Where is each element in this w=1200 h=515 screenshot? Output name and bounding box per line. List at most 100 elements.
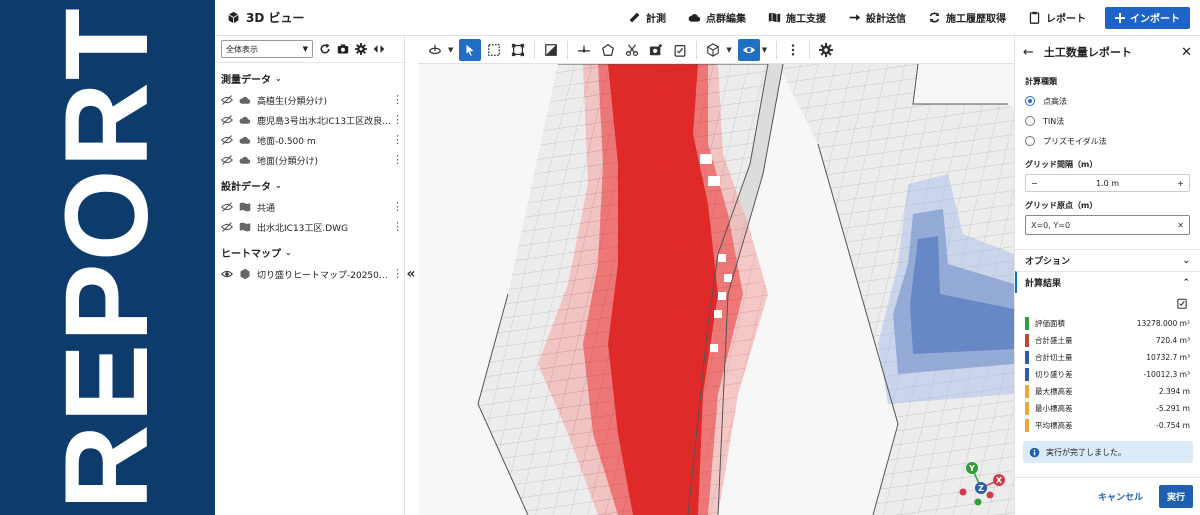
contrast-button[interactable] [540, 39, 562, 61]
view-select[interactable]: 全体表示 ▼ [221, 40, 313, 58]
result-value: -0.754 m [1156, 421, 1190, 430]
panel-title: 土工数量レポート [1043, 46, 1132, 59]
camera-icon[interactable] [337, 43, 349, 55]
plus-icon[interactable]: + [1177, 179, 1184, 188]
terrain-scene[interactable]: Y Z X [418, 64, 1014, 515]
result-label: 切り盛り差 [1035, 370, 1073, 379]
radio-button[interactable] [1025, 136, 1035, 146]
grid-spacing-stepper[interactable]: − 1.0 m + [1025, 174, 1190, 192]
caret-down-icon[interactable]: ▼ [448, 46, 453, 54]
layer-item[interactable]: 切り盛りヒートマップ-202503… ⋮ [215, 264, 404, 284]
color-swatch [1025, 419, 1029, 432]
more-vertical-icon[interactable]: ⋮ [392, 201, 403, 212]
result-label: 合計盛土量 [1035, 336, 1073, 345]
more-vertical-icon [791, 43, 795, 56]
cube-view-button[interactable] [702, 39, 724, 61]
caret-down-icon[interactable]: ▼ [726, 46, 731, 54]
orbit-tool-button[interactable] [424, 39, 446, 61]
close-icon[interactable]: ✕ [1181, 45, 1192, 60]
menu-design-send-label: 設計送信 [866, 14, 906, 25]
eye-off-icon[interactable] [221, 114, 233, 126]
visibility-button[interactable] [737, 38, 760, 61]
section-heatmap[interactable]: ヒートマップ ⌄ [215, 237, 404, 264]
layer-item[interactable]: 鹿児島3号出水北IC13工区改良… ⋮ [215, 110, 404, 130]
eye-off-icon[interactable] [221, 134, 233, 146]
layer-toolbar: 全体表示 ▼ [215, 36, 404, 62]
color-swatch [1025, 317, 1029, 330]
more-vertical-icon[interactable]: ⋮ [392, 268, 403, 279]
polygon-button[interactable] [597, 39, 619, 61]
eye-off-icon[interactable] [221, 154, 233, 166]
calc-type-option[interactable]: 点高法 [1015, 91, 1200, 111]
menu-pointcloud-edit[interactable]: 点群編集 [677, 0, 757, 35]
layer-item[interactable]: 共通 ⋮ [215, 197, 404, 217]
menu-measure[interactable]: 計測 [617, 0, 677, 35]
menu-design-send[interactable]: 設計送信 [837, 0, 917, 35]
code-arrows-icon[interactable] [373, 43, 385, 55]
more-vertical-icon[interactable]: ⋮ [392, 94, 403, 105]
viewport-settings-button[interactable] [815, 39, 837, 61]
snapshot-button[interactable] [645, 39, 667, 61]
menu-report-label: レポート [1046, 14, 1086, 25]
back-arrow-icon[interactable]: ← [1023, 45, 1034, 60]
radio-button[interactable] [1025, 96, 1035, 106]
select-tool-button[interactable] [459, 38, 482, 61]
calc-type-option[interactable]: TIN法 [1015, 111, 1200, 131]
result-row: 最大標高差 2.394 m [1015, 383, 1200, 400]
eye-off-icon[interactable] [221, 201, 233, 213]
more-vertical-icon[interactable]: ⋮ [392, 221, 403, 232]
move-button[interactable] [573, 39, 595, 61]
transform-button[interactable] [507, 39, 529, 61]
grid-origin-label: グリッド原点（m） [1025, 201, 1098, 210]
bounding-box-icon [512, 43, 525, 56]
eye-icon[interactable] [221, 268, 233, 280]
section-survey-data[interactable]: 測量データ ⌄ [215, 63, 404, 90]
caret-down-icon[interactable]: ▼ [762, 46, 767, 54]
collapse-panel-button[interactable]: « [405, 266, 417, 282]
grid-spacing-label: グリッド間隔（m） [1025, 160, 1098, 169]
layer-item[interactable]: 出水北IC13工区.DWG ⋮ [215, 217, 404, 237]
gear-icon[interactable] [355, 43, 367, 55]
cloud-icon [239, 116, 251, 124]
results-accordion[interactable]: 計算結果 ⌃ [1015, 271, 1200, 293]
more-vertical-icon[interactable]: ⋮ [392, 114, 403, 125]
clear-icon[interactable]: ✕ [1177, 221, 1184, 230]
eye-off-icon[interactable] [221, 94, 233, 106]
cut-button[interactable] [621, 39, 643, 61]
radio-button[interactable] [1025, 116, 1035, 126]
cube-outline-icon [707, 42, 720, 57]
contrast-icon [545, 43, 558, 56]
more-vertical-icon[interactable]: ⋮ [392, 154, 403, 165]
panel-header: ← 土工数量レポート ✕ [1015, 36, 1200, 68]
grid-origin-value: X=0, Y=0 [1031, 220, 1071, 230]
panel-footer: キャンセル 実行 [1015, 477, 1200, 515]
cancel-button[interactable]: キャンセル [1092, 486, 1149, 507]
more-vertical-icon[interactable]: ⋮ [392, 134, 403, 145]
run-button[interactable]: 実行 [1158, 485, 1193, 508]
layer-item[interactable]: 高植生(分類分け) ⋮ [215, 90, 404, 110]
grid-origin-input[interactable]: X=0, Y=0 ✕ [1025, 215, 1190, 235]
measure-tool-button[interactable] [669, 39, 691, 61]
section-design-data[interactable]: 設計データ ⌄ [215, 170, 404, 197]
layer-item[interactable]: 地面(分類分け) ⋮ [215, 150, 404, 170]
clipboard-check-icon[interactable] [1176, 297, 1188, 309]
menu-construction-support[interactable]: 施工支援 [757, 0, 837, 35]
eye-off-icon[interactable] [221, 221, 233, 233]
refresh-icon[interactable] [319, 43, 331, 55]
more-button[interactable] [782, 39, 804, 61]
move-icon [578, 45, 591, 52]
box-select-button[interactable] [483, 39, 505, 61]
options-accordion[interactable]: オプション ⌄ [1015, 249, 1200, 271]
menu-report[interactable]: レポート [1017, 0, 1097, 35]
calc-type-option[interactable]: プリズモイダル法 [1015, 131, 1200, 151]
header-menu: 計測 点群編集 施工支援 設計送信 施工履歴取得 レポート インポート [617, 0, 1200, 35]
chevron-down-icon: ⌄ [285, 248, 292, 257]
3d-viewport[interactable]: ▼ ▼ ▼ Y Z X [418, 36, 1014, 515]
section-title: 設計データ [221, 182, 271, 193]
import-button[interactable]: インポート [1105, 6, 1190, 29]
menu-history[interactable]: 施工履歴取得 [917, 0, 1017, 35]
scissors-icon [626, 43, 639, 56]
layer-item[interactable]: 地面-0.500 m ⋮ [215, 130, 404, 150]
result-row: 評価面積 13278.000 m² [1015, 315, 1200, 332]
minus-icon[interactable]: − [1031, 179, 1038, 188]
